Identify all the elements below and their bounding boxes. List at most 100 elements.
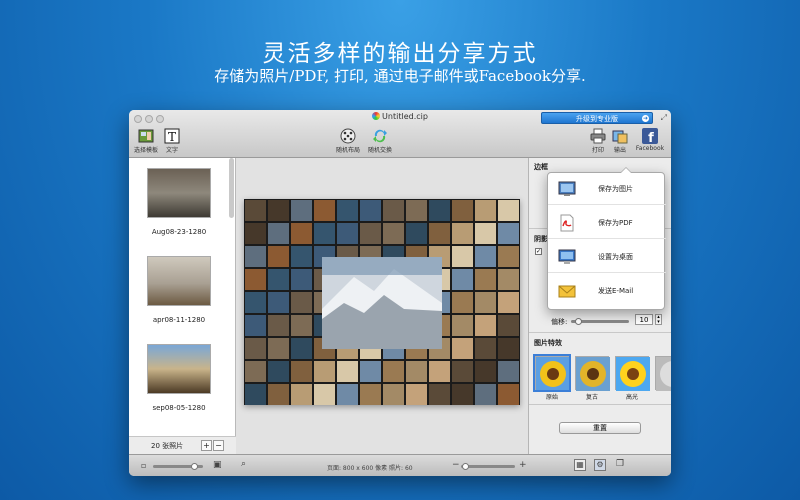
collage-tile[interactable] — [475, 269, 496, 290]
shadow-checkbox[interactable]: ✓ — [535, 248, 542, 255]
zoom-out-button[interactable]: − — [452, 460, 460, 470]
collage-tile[interactable] — [452, 246, 473, 267]
collage-tile[interactable] — [268, 384, 289, 405]
collage-tile[interactable] — [268, 269, 289, 290]
effect-next-thumbnail[interactable] — [655, 356, 671, 391]
collage-tile[interactable] — [291, 338, 312, 359]
collage-tile[interactable] — [337, 200, 358, 221]
random-layout-button[interactable]: 随机布局 — [335, 128, 361, 154]
layout-settings-icon[interactable]: ⚙ — [594, 459, 606, 471]
collage-tile[interactable] — [475, 246, 496, 267]
collage-tile[interactable] — [429, 200, 450, 221]
collage-tile[interactable] — [291, 361, 312, 382]
random-swap-button[interactable]: 随机交换 — [367, 128, 393, 154]
export-menu-item-save-pdf[interactable]: 保存为PDF — [548, 207, 666, 239]
collage-tile[interactable] — [360, 384, 381, 405]
sidebar-scrollbar[interactable] — [229, 158, 234, 218]
collage-tile[interactable] — [498, 384, 519, 405]
collage-tile[interactable] — [360, 361, 381, 382]
offset-slider-knob[interactable] — [575, 318, 582, 325]
print-button[interactable]: 打印 — [589, 128, 607, 154]
collage-tile[interactable] — [429, 384, 450, 405]
export-menu-item-save-image[interactable]: 保存为图片 — [548, 173, 666, 205]
collage-tile[interactable] — [245, 361, 266, 382]
reset-button[interactable]: 重置 — [559, 422, 641, 434]
collage-tile[interactable] — [337, 384, 358, 405]
collage-tile[interactable] — [406, 384, 427, 405]
collage-tile[interactable] — [383, 223, 404, 244]
collage-tile[interactable] — [268, 200, 289, 221]
collage-tile[interactable] — [383, 361, 404, 382]
collage-tile[interactable] — [475, 315, 496, 336]
export-menu-item-send-email[interactable]: 发送E-Mail — [548, 275, 666, 307]
collage-tile[interactable] — [268, 292, 289, 313]
collage-tile[interactable] — [475, 200, 496, 221]
photo-thumbnail[interactable] — [147, 256, 211, 306]
collage-tile[interactable] — [291, 200, 312, 221]
collage-tile[interactable] — [475, 223, 496, 244]
collage-tile[interactable] — [475, 384, 496, 405]
collage-tile[interactable] — [475, 292, 496, 313]
collage-tile[interactable] — [452, 292, 473, 313]
photo-thumbnail[interactable] — [147, 344, 211, 394]
collage-tile[interactable] — [245, 223, 266, 244]
collage-tile[interactable] — [475, 338, 496, 359]
collage-tile[interactable] — [337, 223, 358, 244]
collage-preview[interactable] — [244, 199, 520, 405]
collage-tile[interactable] — [245, 200, 266, 221]
collage-tile[interactable] — [475, 361, 496, 382]
collage-tile[interactable] — [314, 223, 335, 244]
collage-tile[interactable] — [245, 338, 266, 359]
collage-tile[interactable] — [498, 361, 519, 382]
facebook-button[interactable]: f Facebook — [633, 128, 667, 152]
collage-tile[interactable] — [291, 384, 312, 405]
zoom-in-button[interactable]: + — [519, 460, 527, 470]
collage-tile[interactable] — [498, 200, 519, 221]
collage-tile[interactable] — [314, 200, 335, 221]
collage-tile[interactable] — [429, 223, 450, 244]
collage-tile[interactable] — [268, 223, 289, 244]
collage-tile[interactable] — [245, 384, 266, 405]
collage-tile[interactable] — [360, 223, 381, 244]
collage-tile[interactable] — [498, 338, 519, 359]
collage-tile[interactable] — [452, 200, 473, 221]
collage-tile[interactable] — [245, 246, 266, 267]
collage-tile[interactable] — [291, 223, 312, 244]
collage-tile[interactable] — [498, 223, 519, 244]
collage-tile[interactable] — [452, 361, 473, 382]
collage-tile[interactable] — [245, 269, 266, 290]
grid-view-icon[interactable]: ▦ — [574, 459, 586, 471]
collage-tile[interactable] — [406, 361, 427, 382]
collage-tile[interactable] — [360, 200, 381, 221]
collage-tile[interactable] — [291, 315, 312, 336]
collage-tile[interactable] — [452, 384, 473, 405]
collage-tile[interactable] — [498, 269, 519, 290]
export-button[interactable]: 输出 — [611, 128, 629, 154]
add-photo-button[interactable]: + — [201, 440, 212, 451]
effects-view-icon[interactable]: ❐ — [614, 459, 626, 471]
thumbnail-size-slider-knob[interactable] — [191, 463, 198, 470]
collage-tile[interactable] — [452, 223, 473, 244]
effect-highlight-thumbnail[interactable] — [615, 356, 650, 391]
collage-tile[interactable] — [452, 338, 473, 359]
collage-tile[interactable] — [498, 246, 519, 267]
collage-tile[interactable] — [291, 292, 312, 313]
collage-tile[interactable] — [268, 361, 289, 382]
collage-tile[interactable] — [268, 246, 289, 267]
collage-tile[interactable] — [291, 246, 312, 267]
offset-stepper[interactable]: ▴ ▾ — [655, 314, 662, 325]
choose-template-button[interactable]: 选择模板 — [133, 128, 159, 154]
effect-vintage-thumbnail[interactable] — [575, 356, 610, 391]
photo-thumbnail[interactable] — [147, 168, 211, 218]
zoom-icon[interactable]: ⌕ — [241, 459, 246, 469]
fullscreen-icon[interactable]: ⤢ — [661, 113, 667, 123]
collage-tile[interactable] — [452, 315, 473, 336]
collage-tile[interactable] — [406, 200, 427, 221]
collage-tile[interactable] — [245, 315, 266, 336]
collage-tile[interactable] — [314, 361, 335, 382]
collage-tile[interactable] — [314, 384, 335, 405]
collage-tile[interactable] — [245, 292, 266, 313]
collage-tile[interactable] — [268, 315, 289, 336]
collage-tile[interactable] — [383, 384, 404, 405]
collage-tile[interactable] — [383, 200, 404, 221]
